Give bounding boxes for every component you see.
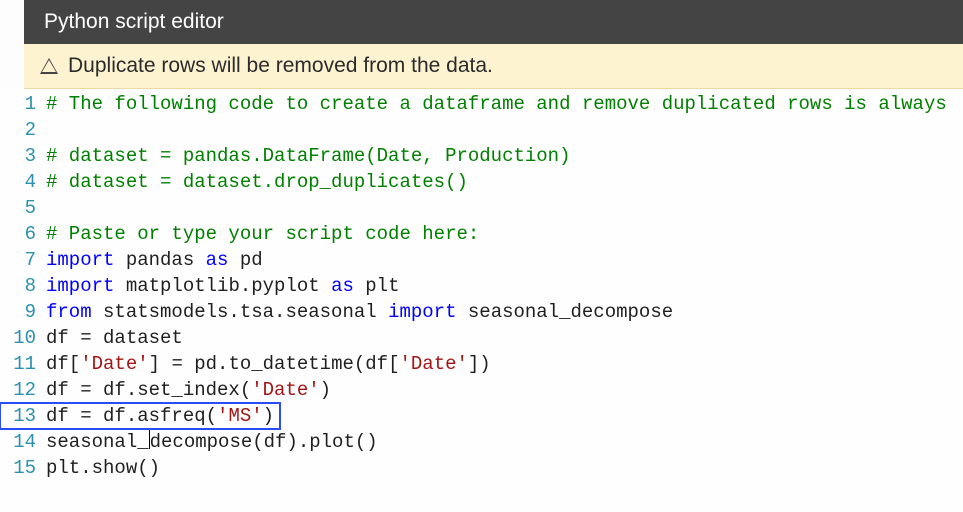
line-number: 8 — [0, 273, 46, 299]
code-token: ' — [217, 405, 228, 427]
code-token: pd — [228, 249, 262, 271]
code-token: from — [46, 301, 92, 323]
code-line[interactable]: 7import pandas as pd — [0, 247, 963, 273]
code-token: df = dataset — [46, 327, 183, 349]
line-number: 10 — [0, 325, 46, 351]
line-number: 13 — [0, 403, 46, 429]
code-token: plt — [354, 275, 400, 297]
code-token: 'Date' — [399, 353, 467, 375]
line-number: 7 — [0, 247, 46, 273]
code-token: decompose(df).plot() — [150, 431, 378, 453]
code-token: plt.show() — [46, 457, 160, 479]
code-content[interactable]: df = dataset — [46, 325, 183, 351]
code-token: seasonal_ — [46, 431, 149, 453]
line-number: 4 — [0, 169, 46, 195]
code-line[interactable]: 11df['Date'] = pd.to_datetime(df['Date']… — [0, 351, 963, 377]
code-content[interactable]: # dataset = dataset.drop_duplicates() — [46, 169, 468, 195]
code-token: ]) — [468, 353, 491, 375]
code-line[interactable]: 8import matplotlib.pyplot as plt — [0, 273, 963, 299]
code-token: MS — [228, 405, 251, 427]
line-number: 14 — [0, 429, 46, 455]
warning-icon — [40, 58, 58, 74]
code-token: as — [331, 275, 354, 297]
code-line[interactable]: 3# dataset = pandas.DataFrame(Date, Prod… — [0, 143, 963, 169]
code-line[interactable]: 6# Paste or type your script code here: — [0, 221, 963, 247]
editor-title-bar: Python script editor — [24, 0, 963, 44]
code-token: 'Date' — [251, 379, 319, 401]
code-token: df = df.asfreq( — [46, 405, 217, 427]
code-token: matplotlib.pyplot — [114, 275, 331, 297]
code-token: seasonal_decompose — [456, 301, 673, 323]
code-token: ) — [320, 379, 331, 401]
warning-bar: Duplicate rows will be removed from the … — [24, 44, 963, 89]
code-token: import — [46, 249, 114, 271]
code-line[interactable]: 10df = dataset — [0, 325, 963, 351]
code-line[interactable]: 12df = df.set_index('Date') — [0, 377, 963, 403]
code-line[interactable]: 13df = df.asfreq('MS') — [0, 403, 280, 429]
code-line[interactable]: 15plt.show() — [0, 455, 963, 481]
code-content[interactable]: df = df.asfreq('MS') — [46, 403, 274, 429]
code-content[interactable]: import pandas as pd — [46, 247, 263, 273]
code-line[interactable]: 4# dataset = dataset.drop_duplicates() — [0, 169, 963, 195]
code-token: # The following code to create a datafra… — [46, 93, 947, 115]
line-number: 15 — [0, 455, 46, 481]
code-content[interactable]: # The following code to create a datafra… — [46, 91, 947, 117]
line-number: 11 — [0, 351, 46, 377]
code-token: import — [388, 301, 456, 323]
code-content[interactable]: df = df.set_index('Date') — [46, 377, 331, 403]
line-number: 6 — [0, 221, 46, 247]
code-token: statsmodels.tsa.seasonal — [92, 301, 388, 323]
code-token: 'Date' — [80, 353, 148, 375]
code-token: ) — [263, 405, 274, 427]
code-token: ] = pd.to_datetime(df[ — [149, 353, 400, 375]
code-token: # dataset = dataset.drop_duplicates() — [46, 171, 468, 193]
code-editor[interactable]: 1# The following code to create a datafr… — [0, 89, 963, 512]
code-content[interactable]: import matplotlib.pyplot as plt — [46, 273, 399, 299]
code-token: as — [206, 249, 229, 271]
code-content[interactable]: # Paste or type your script code here: — [46, 221, 479, 247]
code-content[interactable]: df['Date'] = pd.to_datetime(df['Date']) — [46, 351, 491, 377]
code-line[interactable]: 1# The following code to create a datafr… — [0, 91, 963, 117]
code-line[interactable]: 14seasonal_decompose(df).plot() — [0, 429, 963, 455]
code-content[interactable]: seasonal_decompose(df).plot() — [46, 429, 378, 455]
line-number: 9 — [0, 299, 46, 325]
code-content[interactable]: plt.show() — [46, 455, 160, 481]
code-token: pandas — [114, 249, 205, 271]
line-number: 3 — [0, 143, 46, 169]
code-content[interactable]: # dataset = pandas.DataFrame(Date, Produ… — [46, 143, 571, 169]
line-number: 12 — [0, 377, 46, 403]
code-token: ' — [251, 405, 262, 427]
code-token: import — [46, 275, 114, 297]
line-number: 2 — [0, 117, 46, 143]
line-number: 5 — [0, 195, 46, 221]
warning-text: Duplicate rows will be removed from the … — [68, 54, 493, 78]
code-line[interactable]: 2 — [0, 117, 963, 143]
code-token: df = df.set_index( — [46, 379, 251, 401]
code-line[interactable]: 9from statsmodels.tsa.seasonal import se… — [0, 299, 963, 325]
code-line[interactable]: 5 — [0, 195, 963, 221]
code-token: df[ — [46, 353, 80, 375]
editor-title: Python script editor — [44, 10, 224, 33]
code-token: # Paste or type your script code here: — [46, 223, 479, 245]
line-number: 1 — [0, 91, 46, 117]
code-content[interactable]: from statsmodels.tsa.seasonal import sea… — [46, 299, 673, 325]
python-script-editor: Python script editor Duplicate rows will… — [0, 0, 963, 512]
code-token: # dataset = pandas.DataFrame(Date, Produ… — [46, 145, 571, 167]
